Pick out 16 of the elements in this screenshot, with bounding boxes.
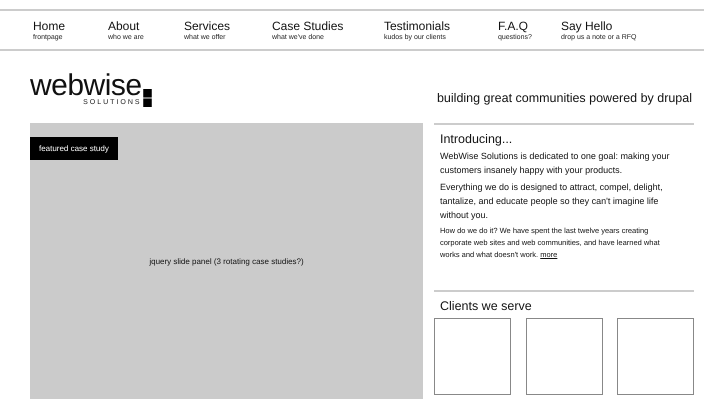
intro-paragraph: Everything we do is designed to attract, compel, delight, tantalize, and educate people so they can't imagine life without you. [440,181,664,222]
intro-heading: Introducing... [440,132,514,146]
logo-mark-icon [142,89,152,107]
tagline: building great communities powered by drupal [436,91,692,105]
clients-heading: Clients we serve [440,299,533,313]
nav-link[interactable]: Say Hello [561,18,636,32]
intro-paragraph: WebWise Solutions is dedicated to one goal: making your customers insanely happy with your products. [440,150,670,177]
nav-link[interactable]: Home [33,18,108,32]
nav-link[interactable]: Case Studies [272,18,384,32]
featured-label: featured case study [30,137,118,160]
nav-link[interactable]: About [108,18,184,32]
logo-name: webwise [30,73,142,99]
nav-link[interactable]: Services [184,18,272,32]
panel-caption: jquery slide panel (3 rotating case studies?) [149,256,304,266]
nav-link[interactable]: F.A.Q [498,18,561,32]
nav-link[interactable]: Testimonials [384,18,498,32]
